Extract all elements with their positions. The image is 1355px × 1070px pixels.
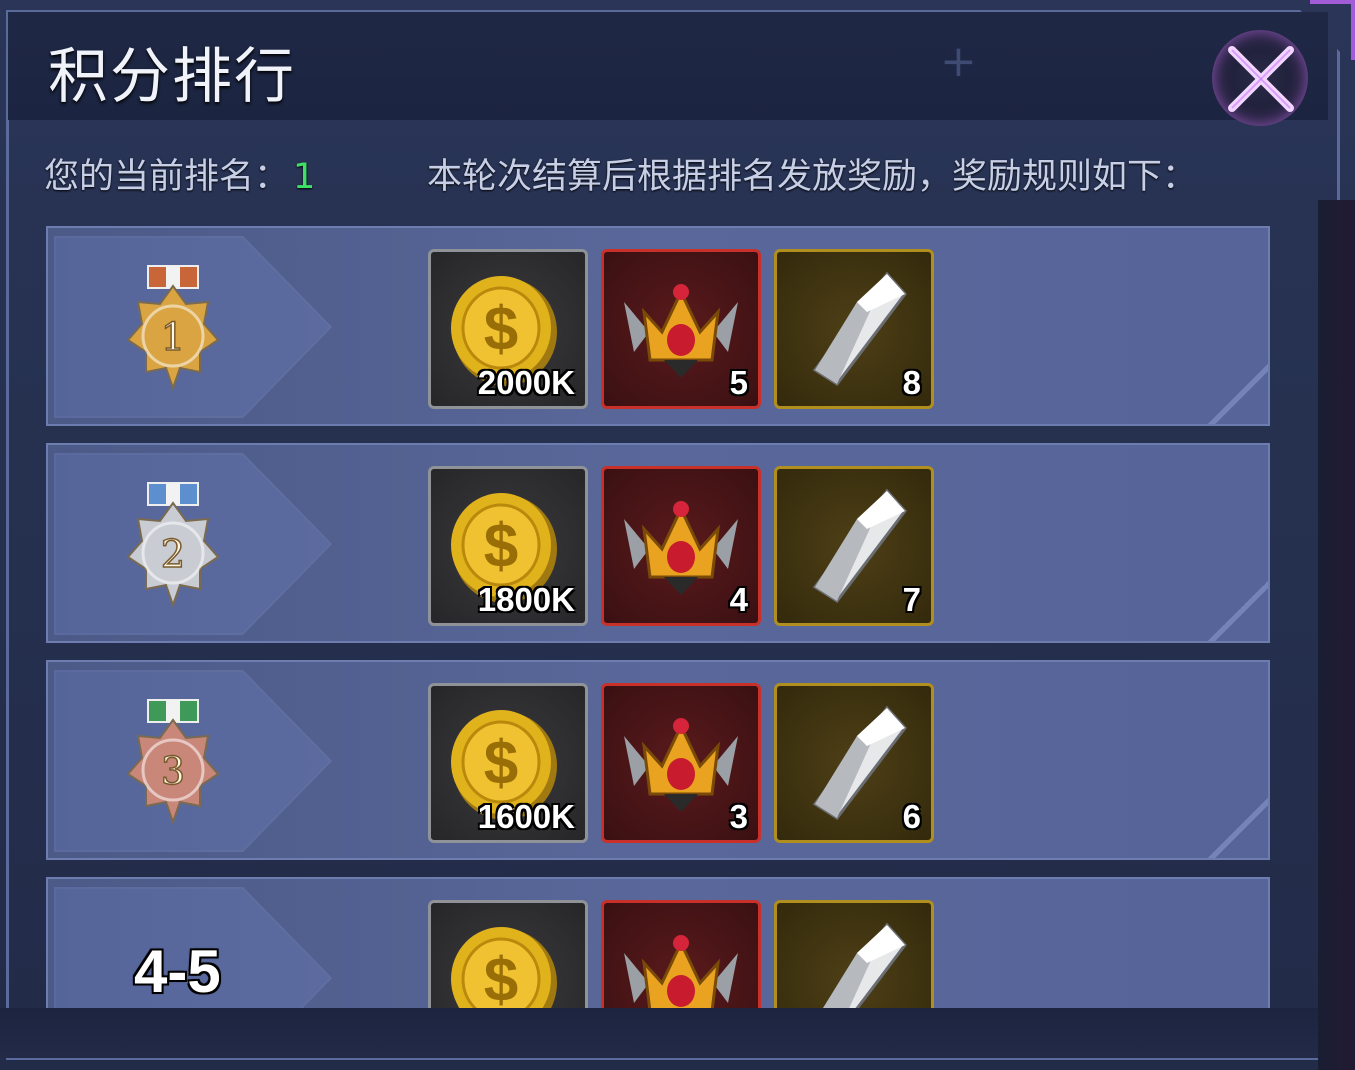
close-button[interactable] bbox=[1212, 30, 1308, 126]
decorative-plus-icon: + bbox=[940, 36, 977, 87]
svg-text:$: $ bbox=[484, 946, 518, 1008]
reward-item[interactable]: $ 1800K bbox=[428, 466, 588, 626]
reward-quantity: 7 bbox=[902, 581, 921, 618]
svg-text:2: 2 bbox=[161, 532, 185, 576]
row-corner-deco bbox=[1208, 364, 1268, 424]
reward-item[interactable]: $ bbox=[428, 900, 588, 1008]
reward-item[interactable]: $ 2000K bbox=[428, 249, 588, 409]
reward-row: 3 $ 1600K 3 6 bbox=[46, 660, 1270, 860]
reward-item[interactable] bbox=[601, 900, 761, 1008]
ranking-panel: 积分排行 + 您的当前排名： 1 本轮次结算后根据排名发放奖励，奖励规则如下： 1… bbox=[0, 0, 1355, 1070]
side-edge bbox=[1318, 200, 1355, 1070]
svg-text:$: $ bbox=[484, 512, 518, 581]
silver-medal-icon: 2 bbox=[118, 481, 228, 611]
svg-text:$: $ bbox=[484, 729, 518, 798]
bronze-medal-icon: 3 bbox=[118, 698, 228, 828]
svg-text:1: 1 bbox=[161, 315, 185, 359]
reward-item[interactable] bbox=[774, 900, 934, 1008]
current-rank-label: 您的当前排名： bbox=[44, 157, 290, 197]
reward-quantity: 2000K bbox=[477, 364, 575, 401]
panel-title: 积分排行 bbox=[48, 42, 296, 112]
reward-item[interactable]: 8 bbox=[774, 249, 934, 409]
reward-quantity: 5 bbox=[729, 364, 748, 401]
gold-medal-icon: 1 bbox=[118, 264, 228, 394]
current-rank-value: 1 bbox=[293, 157, 316, 197]
row-corner-deco bbox=[1208, 581, 1268, 641]
current-rank: 您的当前排名： 1 bbox=[44, 148, 315, 199]
reward-item[interactable]: 3 bbox=[601, 683, 761, 843]
reward-row: 1 $ 2000K 5 8 bbox=[46, 226, 1270, 426]
bottom-bar bbox=[0, 1008, 1330, 1058]
reward-quantity: 1600K bbox=[477, 798, 575, 835]
svg-text:3: 3 bbox=[161, 749, 185, 793]
reward-quantity: 4 bbox=[729, 581, 748, 618]
reward-quantity: 8 bbox=[902, 364, 921, 401]
row-corner-deco bbox=[1208, 798, 1268, 858]
reward-rule-text: 本轮次结算后根据排名发放奖励，奖励规则如下： bbox=[427, 157, 1198, 197]
reward-quantity: 3 bbox=[729, 798, 748, 835]
reward-item[interactable]: 5 bbox=[601, 249, 761, 409]
svg-text:$: $ bbox=[484, 295, 518, 364]
reward-row: 2 $ 1800K 4 7 bbox=[46, 443, 1270, 643]
reward-item[interactable]: $ 1600K bbox=[428, 683, 588, 843]
reward-list[interactable]: 1 $ 2000K 5 8 2 $ 1800K 4 7 3 $ 1600K 3 bbox=[46, 226, 1276, 1008]
reward-quantity: 1800K bbox=[477, 581, 575, 618]
reward-item[interactable]: 7 bbox=[774, 466, 934, 626]
reward-row: 4-5 $ bbox=[46, 877, 1270, 1008]
close-x-icon bbox=[1228, 46, 1294, 112]
reward-item[interactable]: 6 bbox=[774, 683, 934, 843]
reward-item[interactable]: 4 bbox=[601, 466, 761, 626]
corner-glow bbox=[1310, 0, 1355, 60]
rank-range-label: 4-5 bbox=[134, 938, 221, 1005]
reward-quantity: 6 bbox=[902, 798, 921, 835]
